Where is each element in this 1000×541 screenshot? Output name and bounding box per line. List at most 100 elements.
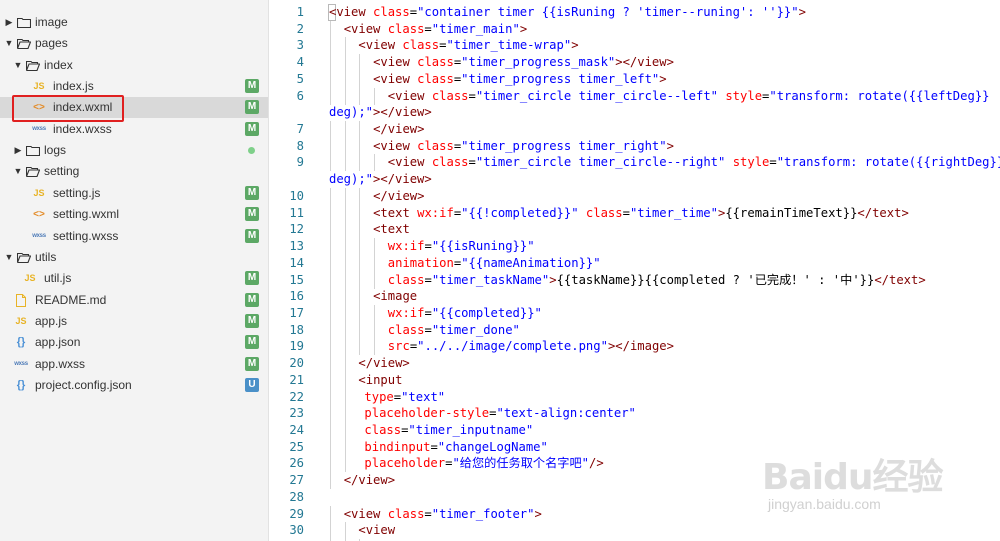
indent-guide: [359, 87, 361, 105]
code-line[interactable]: 17 wx:if="{{completed}}": [270, 304, 1000, 322]
code-token: =: [468, 88, 476, 103]
tree-file-app-json[interactable]: {} app.json M: [0, 332, 268, 353]
line-number: 27: [289, 473, 304, 488]
folder-icon: [17, 17, 31, 28]
code-line[interactable]: 24 class="timer_inputname": [270, 422, 1000, 439]
tree-file-app-wxss[interactable]: wxss app.wxss M: [0, 354, 268, 375]
tree-file-project-config-json[interactable]: {} project.config.json U: [0, 375, 268, 396]
code-line[interactable]: deg);"></view>: [270, 104, 1000, 121]
code-text: </view>: [344, 472, 395, 489]
chevron-down-icon[interactable]: ▼: [13, 161, 23, 182]
code-token: =: [468, 155, 476, 170]
code-line[interactable]: 16 <image: [270, 288, 1000, 306]
folder-open-icon: [17, 39, 31, 50]
code-line[interactable]: 12 <text: [270, 221, 1000, 239]
code-token: </text>: [857, 205, 909, 220]
code-text: <view class="timer_main">: [344, 21, 527, 38]
code-line[interactable]: 7 </view>: [270, 121, 1000, 139]
code-token: >: [534, 506, 542, 521]
code-line[interactable]: 10 </view>: [270, 187, 1000, 205]
tree-file-setting-wxml[interactable]: <> setting.wxml M: [0, 204, 268, 225]
code-line[interactable]: 4 <view class="timer_progress_mask"></vie…: [270, 54, 1000, 72]
code-line[interactable]: 19 src="../../image/complete.png"></image…: [270, 338, 1000, 356]
tree-file-setting-js[interactable]: JS setting.js M: [0, 183, 268, 204]
code-token: =: [769, 155, 777, 170]
code-line[interactable]: 15 class="timer_taskName">{{taskName}}{{c…: [270, 271, 1000, 289]
indent-guide: [330, 254, 331, 272]
code-line[interactable]: 5 <view class="timer_progress timer_left"…: [270, 70, 1000, 88]
tree-file-app-js[interactable]: JS app.js M: [0, 311, 268, 332]
code-token: bindinput: [364, 439, 431, 454]
code-token: <view: [387, 88, 432, 103]
code-token: "timer_main": [431, 21, 520, 36]
chevron-down-icon[interactable]: ▼: [13, 55, 23, 76]
code-text: placeholder="给您的任务取个名字吧"/>: [364, 455, 603, 472]
code-text: type="text": [364, 389, 445, 406]
code-token: placeholder-style: [364, 406, 490, 421]
chevron-down-icon[interactable]: ▼: [4, 247, 14, 268]
code-text: <view class="timer_footer">: [344, 506, 542, 523]
tree-folder-pages[interactable]: ▼ pages: [0, 33, 268, 54]
code-token: <view: [387, 155, 432, 170]
tree-folder-setting[interactable]: ▼ setting: [0, 161, 268, 182]
code-line[interactable]: 23 placeholder-style="text-align:center": [270, 405, 1000, 423]
tree-file-index-js[interactable]: JS index.js M: [0, 76, 268, 97]
code-text: <view class="timer_time-wrap">: [358, 37, 578, 54]
tree-file-util-js[interactable]: JS util.js M: [0, 268, 268, 289]
code-line[interactable]: 14 animation="{{nameAnimation}}": [270, 254, 1000, 272]
code-token: "timer_time": [629, 205, 718, 220]
code-editor[interactable]: 1 <view class="container timer {{isRuning…: [270, 0, 1000, 541]
wxss-file-icon: wxss: [32, 125, 46, 132]
chevron-right-icon[interactable]: ▶: [13, 140, 23, 161]
code-text: </view>: [358, 355, 409, 372]
code-line[interactable]: 30 <view: [270, 522, 1000, 540]
code-line[interactable]: 29 <view class="timer_footer">: [270, 505, 1000, 523]
code-line[interactable]: 8 <view class="timer_progress timer_right…: [270, 137, 1000, 155]
code-line[interactable]: 28: [270, 489, 1000, 506]
code-token: "{{nameAnimation}}": [461, 255, 601, 270]
code-token: <view: [329, 5, 374, 19]
tree-file-setting-wxss[interactable]: wxss setting.wxss M: [0, 226, 268, 247]
folder-open-icon: [17, 252, 31, 263]
tree-folder-utils[interactable]: ▼ utils: [0, 247, 268, 268]
code-line[interactable]: 3 <view class="timer_time-wrap">: [270, 37, 1000, 55]
code-line[interactable]: 11 <text wx:if="{{!completed}}" class="ti…: [270, 204, 1000, 222]
chevron-down-icon[interactable]: ▼: [4, 33, 14, 54]
chevron-right-icon[interactable]: ▶: [4, 12, 14, 33]
code-line[interactable]: 18 class="timer_done": [270, 321, 1000, 339]
tree-file-README-md[interactable]: README.md M: [0, 290, 268, 311]
folder-icon: [26, 146, 40, 157]
modified-badge: M: [245, 292, 259, 307]
code-token: =: [424, 305, 432, 320]
indent-guide: [359, 54, 361, 72]
indent-guide: [330, 422, 331, 439]
code-token: class: [417, 71, 454, 86]
tree-file-index-wxml[interactable]: <> index.wxml M: [0, 97, 268, 119]
indent-guide: [330, 20, 331, 38]
line-number: 24: [289, 423, 304, 437]
code-line[interactable]: 6 <view class="timer_circle timer_circle-…: [270, 87, 1000, 105]
tree-file-index-wxss[interactable]: wxss index.wxss M: [0, 119, 268, 140]
tree-item-label: setting.js: [53, 185, 101, 200]
code-line[interactable]: 2 <view class="timer_main">: [270, 20, 1000, 38]
code-line[interactable]: deg);"></view>: [270, 171, 1000, 188]
code-line[interactable]: 26 placeholder="给您的任务取个名字吧"/>: [270, 455, 1000, 473]
tree-folder-image[interactable]: ▶ image: [0, 12, 268, 33]
code-token: {{remainTimeText}}: [725, 205, 858, 220]
tree-folder-index[interactable]: ▼ index: [0, 55, 268, 76]
code-line[interactable]: 13 wx:if="{{isRuning}}": [270, 238, 1000, 256]
code-line[interactable]: 21 <input: [270, 371, 1000, 389]
code-text: class="timer_inputname": [364, 422, 533, 439]
code-line[interactable]: 1 <view class="container timer {{isRuning…: [270, 4, 1000, 21]
indent-guide: [344, 288, 346, 306]
tree-folder-logs[interactable]: ▶ logs: [0, 140, 268, 161]
line-number: 15: [289, 272, 304, 287]
code-line[interactable]: 20 </view>: [270, 355, 1000, 373]
code-line[interactable]: 9 <view class="timer_circle timer_circle-…: [270, 154, 1000, 172]
code-line[interactable]: 25 bindinput="changeLogName": [270, 438, 1000, 456]
code-line[interactable]: 22 type="text": [270, 388, 1000, 406]
code-line[interactable]: 27 </view>: [270, 472, 1000, 490]
modified-badge: M: [245, 271, 259, 286]
code-text: <input: [358, 372, 402, 389]
